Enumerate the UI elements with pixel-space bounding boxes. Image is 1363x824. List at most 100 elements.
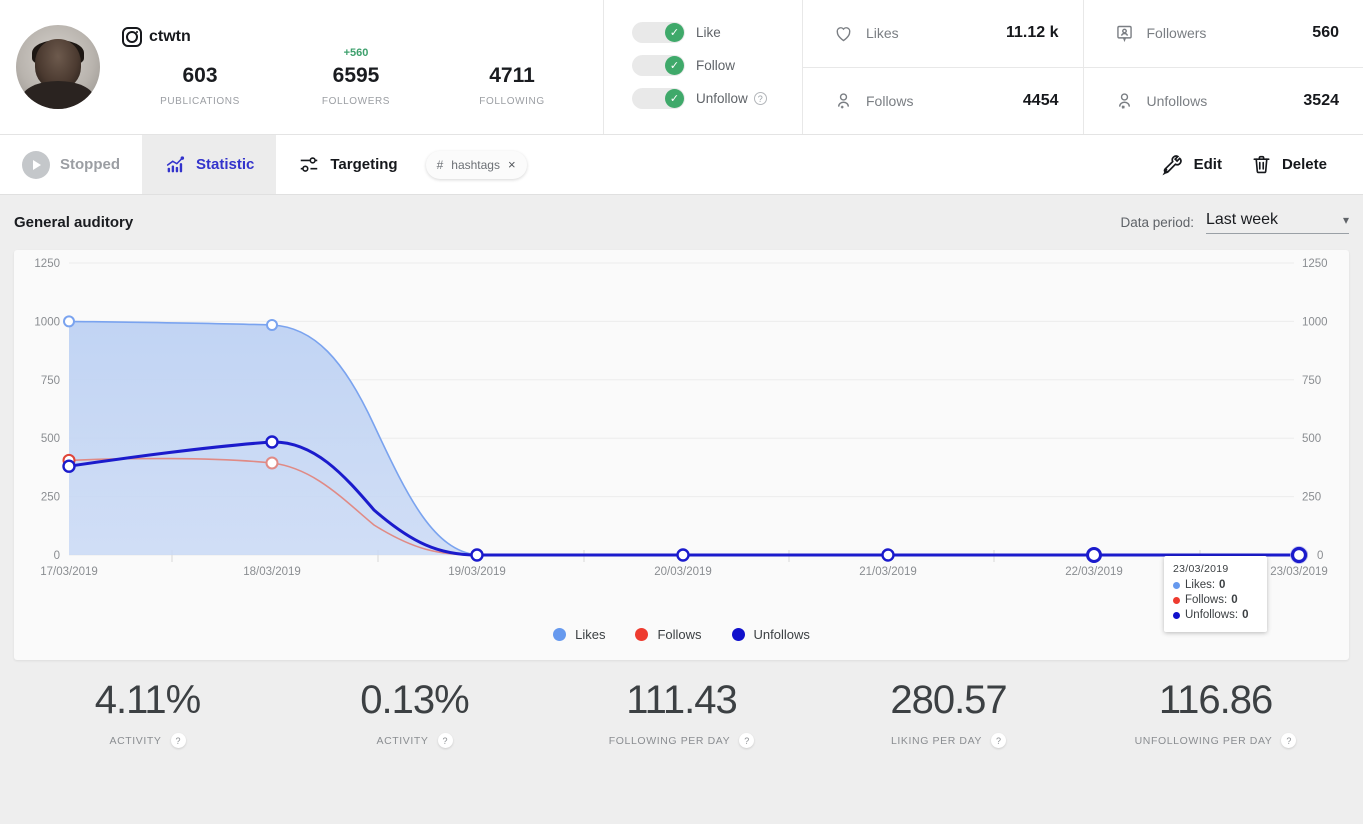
svg-text:1000: 1000 — [34, 316, 60, 328]
tab-bar: Stopped Statistic Targeting # hashtags × — [0, 135, 1363, 195]
summary-label-row: FOLLOWING PER DAY ? — [548, 733, 815, 748]
stat-value: 603 — [182, 64, 218, 87]
summary-label: FOLLOWING PER DAY — [608, 734, 731, 747]
y-axis-right: 1250 1000 750 500 250 0 — [1302, 258, 1328, 562]
metric-value: 560 — [1312, 24, 1339, 42]
legend-label: Follows — [657, 627, 702, 642]
contact-card-icon — [1116, 25, 1132, 42]
legend-item-follows[interactable]: Follows — [635, 627, 702, 642]
summary-label-row: LIKING PER DAY ? — [815, 733, 1082, 748]
delete-button[interactable]: Delete — [1236, 153, 1341, 176]
chart-card: 1250 1000 750 500 250 0 1250 1000 750 50… — [14, 250, 1349, 660]
legend-dot-unfollows — [731, 628, 745, 641]
series-dot-likes — [1173, 582, 1180, 589]
metric-unfollows: Unfollows 3524 — [1083, 66, 1363, 135]
metric-label: Likes — [866, 25, 899, 42]
summary-liking-per-day: 280.57 LIKING PER DAY ? — [815, 678, 1082, 748]
summary-activity-2: 0.13% ACTIVITY ? — [281, 678, 548, 748]
summary-label-row: ACTIVITY ? — [14, 733, 281, 748]
tab-label: Statistic — [196, 156, 255, 173]
tab-targeting[interactable]: Targeting — [276, 135, 419, 194]
metric-value: 11.12 k — [1006, 24, 1059, 42]
toggle-switch[interactable]: ✓ — [632, 88, 685, 109]
metrics-column-left: Likes 11.12 k Follows 4454 — [803, 0, 1083, 134]
handle-row: ctwtn — [122, 27, 603, 47]
action-label: Delete — [1281, 156, 1327, 173]
data-period-value: Last week — [1206, 211, 1279, 228]
tooltip-label: Follows: — [1185, 594, 1228, 606]
metric-value: 4454 — [1022, 91, 1059, 109]
metric-label: Followers — [1146, 25, 1207, 42]
legend-label: Likes — [575, 627, 606, 642]
svg-text:750: 750 — [1302, 375, 1321, 387]
metrics-grid: Likes 11.12 k Follows 4454 Followers 560… — [803, 0, 1363, 134]
toggle-like[interactable]: ✓ Like — [632, 16, 802, 49]
toggle-unfollow[interactable]: ✓ Unfollow ? — [632, 82, 802, 115]
stat-delta: +560 — [343, 47, 369, 59]
stat-label: FOLLOWING — [479, 96, 545, 107]
page-title: General auditory — [14, 214, 134, 231]
metric-label: Unfollows — [1146, 92, 1208, 109]
metric-followers: Followers 560 — [1084, 0, 1363, 67]
data-period-control: Data period: Last week ▾ — [1120, 211, 1349, 234]
hashtags-chip[interactable]: # hashtags × — [425, 150, 527, 179]
legend-item-unfollows[interactable]: Unfollows — [731, 627, 810, 642]
svg-text:1250: 1250 — [1302, 258, 1328, 270]
tab-statistic[interactable]: Statistic — [142, 135, 277, 194]
stat-label: FOLLOWERS — [321, 96, 391, 107]
tab-stopped[interactable]: Stopped — [0, 135, 142, 194]
tooltip-row-unfollows: Unfollows: 0 — [1173, 608, 1258, 623]
summary-value: 280.57 — [890, 678, 1007, 722]
content-area: General auditory Data period: Last week … — [0, 195, 1363, 748]
svg-text:22/03/2019: 22/03/2019 — [1065, 566, 1123, 578]
metric-value: 3524 — [1303, 91, 1339, 109]
svg-text:1250: 1250 — [34, 258, 60, 270]
check-icon: ✓ — [665, 89, 684, 108]
top-bar: ctwtn 603 PUBLICATIONS +560 6595 FOLLOWE… — [0, 0, 1363, 135]
summary-stats: 4.11% ACTIVITY ? 0.13% ACTIVITY ? 111.43… — [14, 660, 1349, 748]
summary-unfollowing-per-day: 116.86 UNFOLLOWING PER DAY ? — [1082, 678, 1349, 748]
legend-label: Unfollows — [753, 627, 810, 642]
metric-label: Follows — [866, 92, 914, 109]
metric-likes: Likes 11.12 k — [803, 0, 1083, 67]
help-icon[interactable]: ? — [1281, 733, 1297, 748]
wrench-icon — [1162, 154, 1182, 175]
tab-label: Targeting — [330, 156, 398, 173]
hover-point-value: 0 — [1317, 550, 1323, 562]
help-icon[interactable]: ? — [437, 733, 453, 748]
help-icon[interactable]: ? — [739, 733, 755, 748]
close-icon[interactable]: × — [508, 157, 516, 172]
summary-value: 116.86 — [1158, 678, 1273, 722]
data-period-select[interactable]: Last week ▾ — [1206, 211, 1349, 234]
stat-followers: +560 6595 FOLLOWERS — [278, 47, 434, 107]
help-icon[interactable]: ? — [170, 733, 186, 748]
svg-text:0: 0 — [54, 550, 60, 562]
heart-icon — [836, 26, 851, 42]
toggle-switch[interactable]: ✓ — [632, 55, 685, 76]
tooltip-value: 0 — [1219, 579, 1226, 591]
edit-button[interactable]: Edit — [1147, 153, 1236, 177]
instagram-icon — [122, 27, 142, 47]
legend-item-likes[interactable]: Likes — [553, 627, 605, 642]
svg-text:23/03/2019: 23/03/2019 — [1270, 566, 1328, 578]
summary-following-per-day: 111.43 FOLLOWING PER DAY ? — [548, 678, 815, 748]
svg-text:500: 500 — [41, 433, 60, 445]
stat-value: 4711 — [489, 64, 535, 87]
general-auditory-chart[interactable]: 1250 1000 750 500 250 0 1250 1000 750 50… — [14, 250, 1349, 612]
summary-activity-1: 4.11% ACTIVITY ? — [14, 678, 281, 748]
svg-text:17/03/2019: 17/03/2019 — [40, 566, 98, 578]
toggle-label: Follow — [696, 58, 736, 73]
help-icon[interactable]: ? — [991, 733, 1007, 748]
summary-value: 4.11% — [94, 678, 201, 722]
toggle-follow[interactable]: ✓ Follow — [632, 49, 802, 82]
chart-tooltip: 23/03/2019 Likes: 0 Follows: 0 Unfollows… — [1164, 556, 1267, 632]
y-axis-left: 1250 1000 750 500 250 0 — [34, 258, 60, 562]
toggle-switch[interactable]: ✓ — [632, 22, 685, 43]
profile-stats: 603 PUBLICATIONS +560 6595 FOLLOWERS 471… — [122, 47, 603, 107]
legend-dot-follows — [635, 628, 649, 641]
svg-text:250: 250 — [1302, 492, 1321, 504]
metrics-column-right: Followers 560 Unfollows 3524 — [1082, 0, 1363, 135]
hash-icon: # — [436, 157, 444, 172]
tooltip-row-follows: Follows: 0 — [1173, 593, 1258, 608]
help-icon[interactable]: ? — [753, 92, 767, 105]
